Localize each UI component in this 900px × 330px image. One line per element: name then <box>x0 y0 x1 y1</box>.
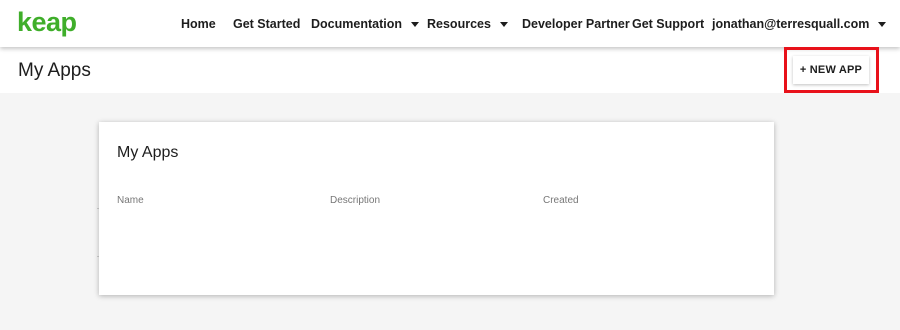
page-header <box>0 47 900 93</box>
nav-item-documentation[interactable]: Documentation <box>311 0 419 47</box>
nav-item-get-support[interactable]: Get Support <box>632 0 704 47</box>
user-account-menu[interactable]: jonathan@terresquall.com <box>712 0 887 47</box>
keap-logo[interactable]: keap <box>17 9 77 36</box>
nav-item-label: Resources <box>427 16 491 31</box>
nav-item-label: Developer Partner <box>522 16 630 31</box>
nav-item-get-started[interactable]: Get Started <box>233 0 300 47</box>
nav-item-resources[interactable]: Resources <box>427 0 508 47</box>
top-navigation-bar: keap Home Get Started Documentation Reso… <box>0 0 900 47</box>
nav-item-home[interactable]: Home <box>181 0 216 47</box>
new-app-button[interactable]: + NEW APP <box>793 56 869 84</box>
nav-item-label: Get Started <box>233 16 301 31</box>
page-title: My Apps <box>18 60 91 81</box>
nav-item-label: Get Support <box>632 16 705 31</box>
nav-item-label: Documentation <box>311 16 402 31</box>
nav-item-label: Home <box>181 16 216 31</box>
my-apps-card: My Apps Name Description Created <box>99 122 774 295</box>
caret-down-icon <box>878 21 887 27</box>
keap-logo-text: keap <box>17 7 77 37</box>
nav-item-developer-partner[interactable]: Developer Partner <box>522 0 630 47</box>
column-header-description[interactable]: Description <box>330 195 380 206</box>
column-header-name[interactable]: Name <box>117 195 144 206</box>
user-email: jonathan@terresquall.com <box>712 16 870 31</box>
column-header-created[interactable]: Created <box>543 195 579 206</box>
caret-down-icon <box>410 21 419 27</box>
card-title: My Apps <box>117 144 179 161</box>
caret-down-icon <box>499 21 508 27</box>
